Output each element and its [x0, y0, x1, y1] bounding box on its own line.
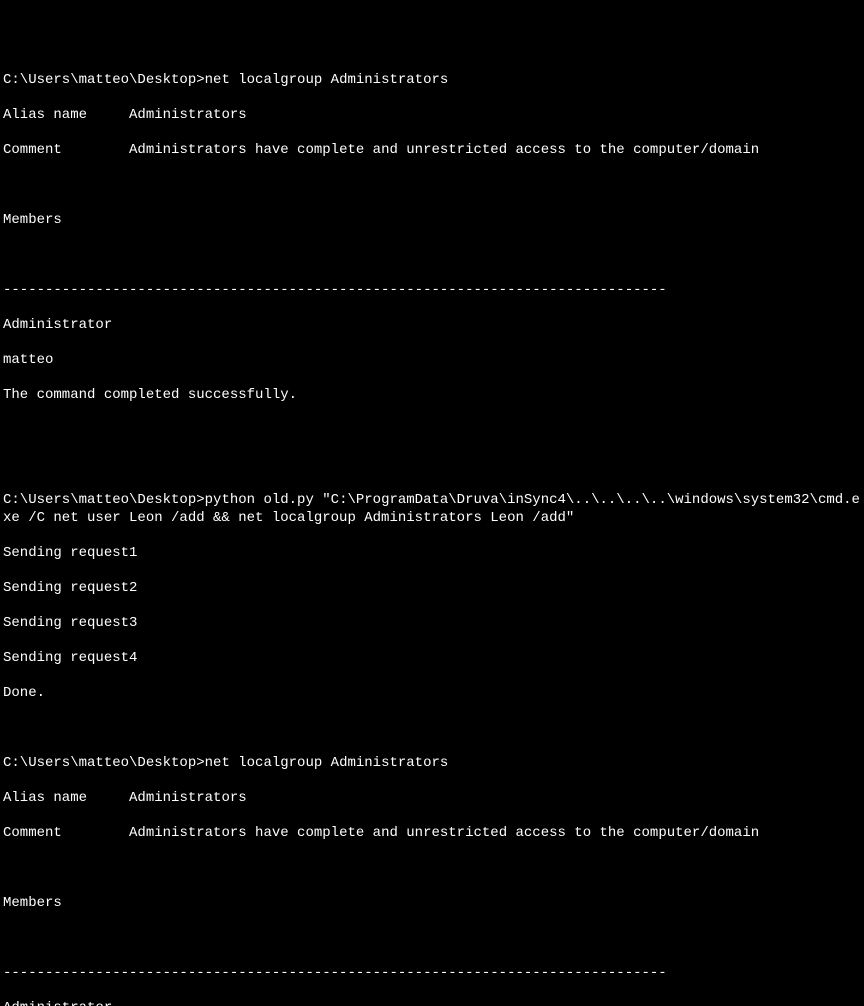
blank-line	[3, 720, 861, 738]
prompt: C:\Users\matteo\Desktop>	[3, 492, 205, 508]
member-line: Administrator	[3, 1000, 861, 1006]
blank-line	[3, 422, 861, 440]
prompt: C:\Users\matteo\Desktop>	[3, 72, 205, 88]
blank-line	[3, 177, 861, 195]
blank-line	[3, 930, 861, 948]
blank-line	[3, 247, 861, 265]
terminal-output[interactable]: C:\Users\matteo\Desktop>net localgroup A…	[3, 72, 861, 1006]
completion-line: The command completed successfully.	[3, 387, 861, 405]
member-line: Administrator	[3, 317, 861, 335]
output-line: Sending request3	[3, 615, 861, 633]
separator-line: ----------------------------------------…	[3, 965, 861, 983]
blank-line	[3, 860, 861, 878]
blank-line	[3, 457, 861, 475]
output-line: Alias name Administrators	[3, 790, 861, 808]
output-line: Members	[3, 212, 861, 230]
output-line: Comment Administrators have complete and…	[3, 825, 861, 843]
prompt: C:\Users\matteo\Desktop>	[3, 755, 205, 771]
member-line: matteo	[3, 352, 861, 370]
output-line: Sending request2	[3, 580, 861, 598]
output-line: Done.	[3, 685, 861, 703]
command-input: net localgroup Administrators	[205, 755, 449, 771]
output-line: Alias name Administrators	[3, 107, 861, 125]
output-line: Comment Administrators have complete and…	[3, 142, 861, 160]
output-line: Sending request4	[3, 650, 861, 668]
separator-line: ----------------------------------------…	[3, 282, 861, 300]
command-input: net localgroup Administrators	[205, 72, 449, 88]
output-line: Members	[3, 895, 861, 913]
output-line: Sending request1	[3, 545, 861, 563]
